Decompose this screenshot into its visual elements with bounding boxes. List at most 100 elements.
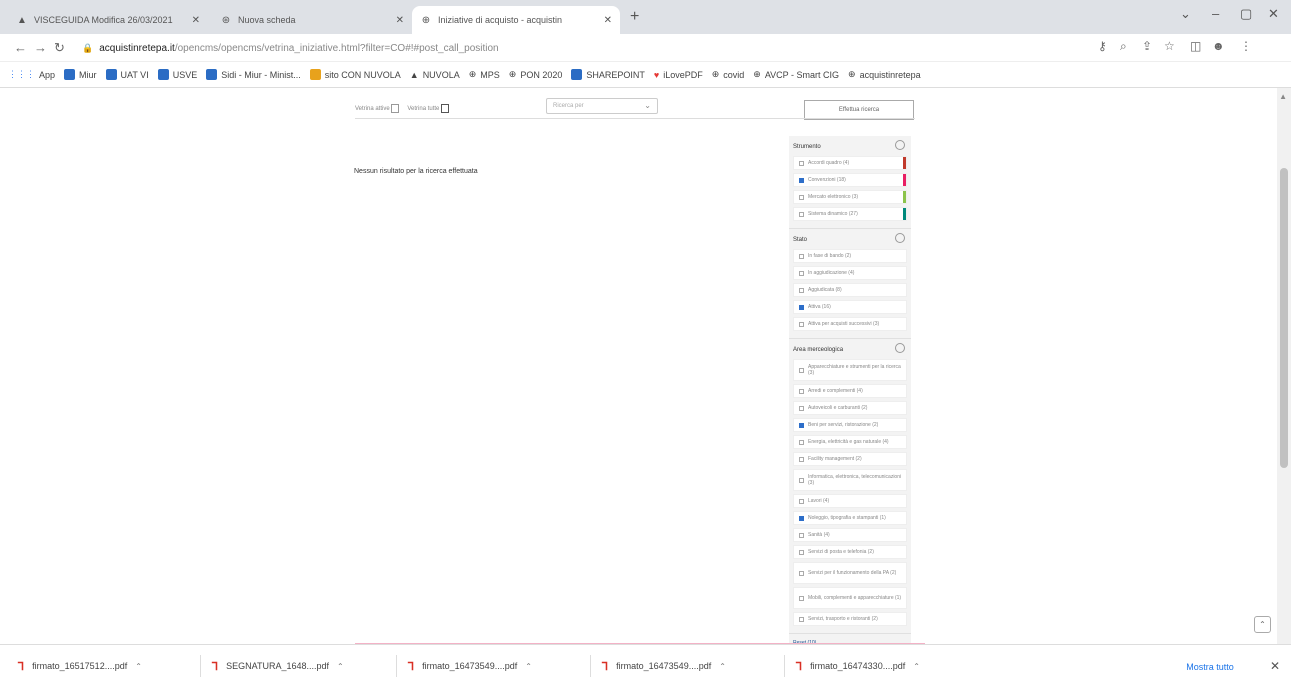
close-icon[interactable]: ✕ [1270, 659, 1280, 673]
bookmark-sharepoint[interactable]: SHAREPOINT [571, 69, 645, 80]
bookmark-pon[interactable]: ⊕ PON 2020 [509, 69, 563, 80]
checkbox[interactable] [799, 211, 804, 217]
bookmark-acquistinretepa[interactable]: ⊕ acquistinretepa [848, 69, 921, 80]
checkbox[interactable] [799, 515, 804, 521]
chevron-up-icon[interactable]: ⌃ [337, 662, 344, 671]
bookmark-sito-nuvola[interactable]: sito CON NUVOLA [309, 69, 401, 80]
checkbox[interactable] [799, 595, 804, 601]
filter-option[interactable]: Aggiudicata (8) [793, 283, 907, 297]
checkbox[interactable] [799, 549, 804, 555]
close-icon[interactable]: ✕ [192, 15, 200, 26]
download-item[interactable]: ⅂ firmato_16474330....pdf ⌃ [796, 655, 920, 677]
download-item[interactable]: ⅂ firmato_16473549....pdf ⌃ [408, 655, 532, 677]
filter-option[interactable]: Facility management (2) [793, 452, 907, 466]
filter-option[interactable]: Autoveicoli e carburanti (2) [793, 401, 907, 415]
filter-option[interactable]: Servizi, trasporto e ristoranti (2) [793, 612, 907, 626]
download-item[interactable]: ⅂ firmato_16473549....pdf ⌃ [602, 655, 726, 677]
checkbox[interactable] [799, 177, 804, 183]
bookmark-mps[interactable]: ⊕ MPS [469, 69, 500, 80]
menu-icon[interactable]: ⋮ [1240, 39, 1252, 53]
close-window-icon[interactable]: ✕ [1268, 6, 1279, 22]
checkbox[interactable] [799, 498, 804, 504]
filter-option[interactable]: Sistema dinamico (27) [793, 207, 907, 221]
filter-option[interactable]: Mercato elettronico (3) [793, 190, 907, 204]
checkbox[interactable] [799, 616, 804, 622]
filter-option[interactable]: Attiva (16) [793, 300, 907, 314]
filter-option[interactable]: Energia, elettricità e gas naturale (4) [793, 435, 907, 449]
bookmark-nuvola[interactable]: ▲ NUVOLA [410, 70, 460, 80]
apply-search-button[interactable]: Effettua ricerca [804, 100, 914, 120]
toggle-vetrina-tutte[interactable]: Vetrina tutte [407, 104, 450, 113]
bookmark-avcp[interactable]: ⊕ AVCP - Smart CIG [753, 69, 839, 80]
minimize-icon[interactable]: – [1212, 6, 1219, 21]
scrollbar[interactable]: ▲ [1277, 88, 1291, 644]
checkbox[interactable] [799, 367, 804, 373]
back-icon[interactable]: ← [14, 40, 27, 55]
filter-option[interactable]: Servizi di posta e telefonia (2) [793, 545, 907, 559]
bookmark-usve[interactable]: USVE [157, 69, 197, 80]
close-icon[interactable]: ✕ [396, 15, 404, 26]
tab-search-icon[interactable]: ⌄ [1180, 6, 1191, 22]
chevron-up-icon[interactable]: ⌃ [719, 662, 726, 671]
filter-option[interactable]: Arredi e complementi (4) [793, 384, 907, 398]
checkbox[interactable] [799, 422, 804, 428]
close-icon[interactable]: ✕ [604, 15, 612, 26]
checkbox[interactable] [799, 321, 804, 327]
star-icon[interactable]: ☆ [1164, 39, 1175, 53]
chevron-up-icon[interactable]: ⌃ [913, 662, 920, 671]
bookmark-miur[interactable]: Miur [64, 69, 97, 80]
zoom-icon[interactable]: ⌕ [1120, 39, 1127, 54]
filter-option[interactable]: Servizi per il funzionamento della PA (2… [793, 562, 907, 584]
checkbox[interactable] [441, 104, 450, 113]
filter-option[interactable]: Lavori (4) [793, 494, 907, 508]
chevron-up-icon[interactable]: ⌃ [525, 662, 532, 671]
collapse-icon[interactable] [895, 343, 905, 353]
filter-option[interactable]: Beni per servizi, ristorazione (2) [793, 418, 907, 432]
checkbox[interactable] [799, 439, 804, 445]
filter-option[interactable]: Mobili, complementi e apparecchiature (1… [793, 587, 907, 609]
checkbox[interactable] [799, 304, 804, 310]
filter-option[interactable]: In aggiudicazione (4) [793, 266, 907, 280]
checkbox[interactable] [799, 160, 804, 166]
bookmark-covid[interactable]: ⊕ covid [712, 69, 745, 80]
maximize-icon[interactable]: ▢ [1240, 6, 1252, 22]
scroll-to-top-button[interactable]: ⌃ [1254, 616, 1271, 633]
tab-visceguida[interactable]: ▲ VISCEGUIDA Modifica 26/03/2021 ✕ [8, 6, 208, 34]
checkbox[interactable] [799, 405, 804, 411]
filter-option[interactable]: Attiva per acquisti successivi (3) [793, 317, 907, 331]
scroll-up-icon[interactable]: ▲ [1279, 92, 1287, 101]
checkbox[interactable] [799, 270, 804, 276]
checkbox[interactable] [799, 287, 804, 293]
new-tab-icon[interactable]: + [630, 8, 639, 26]
filter-option[interactable]: Apparecchiature e strumenti per la ricer… [793, 359, 907, 381]
filter-option[interactable]: Convenzioni (18) [793, 173, 907, 187]
filter-option[interactable]: Accordi quadro (4) [793, 156, 907, 170]
bookmark-uat-vi[interactable]: UAT VI [105, 69, 149, 80]
download-item[interactable]: ⅂ firmato_16517512....pdf ⌃ [18, 655, 142, 677]
bookmark-ilovepdf[interactable]: ♥ iLovePDF [654, 70, 703, 80]
url-field[interactable]: 🔒 acquistinretepa.it /opencms/opencms/ve… [82, 38, 1082, 58]
filter-option[interactable]: Sanità (4) [793, 528, 907, 542]
reload-icon[interactable]: ↻ [54, 40, 65, 56]
bookmark-app[interactable]: ⋮⋮⋮ App [8, 69, 55, 80]
scrollbar-thumb[interactable] [1280, 168, 1288, 468]
chevron-up-icon[interactable]: ⌃ [135, 662, 142, 671]
toggle-vetrina-attive[interactable]: Vetrina attive [355, 104, 400, 113]
share-icon[interactable]: ⇪ [1142, 39, 1152, 53]
sidepanel-icon[interactable]: ◫ [1190, 39, 1201, 53]
checkbox[interactable] [799, 388, 804, 394]
show-all-downloads-button[interactable]: Mostra tutto [1170, 657, 1250, 677]
checkbox[interactable] [799, 456, 804, 462]
checkbox[interactable] [799, 194, 804, 200]
bookmark-sidi[interactable]: Sidi - Miur - Minist... [206, 69, 301, 80]
checkbox[interactable] [799, 532, 804, 538]
tab-iniziative[interactable]: ⊕ Iniziative di acquisto - acquistin ✕ [412, 6, 620, 34]
filter-option[interactable]: Informatica, elettronica, telecomunicazi… [793, 469, 907, 491]
checkbox[interactable] [391, 104, 400, 113]
filter-option[interactable]: Noleggio, tipografia e stampanti (1) [793, 511, 907, 525]
tab-nuova-scheda[interactable]: ⊛ Nuova scheda ✕ [212, 6, 412, 34]
search-select[interactable]: Ricerca per ⌄ [546, 98, 658, 114]
profile-icon[interactable]: ☻ [1212, 39, 1225, 53]
collapse-icon[interactable] [895, 140, 905, 150]
checkbox[interactable] [799, 253, 804, 259]
